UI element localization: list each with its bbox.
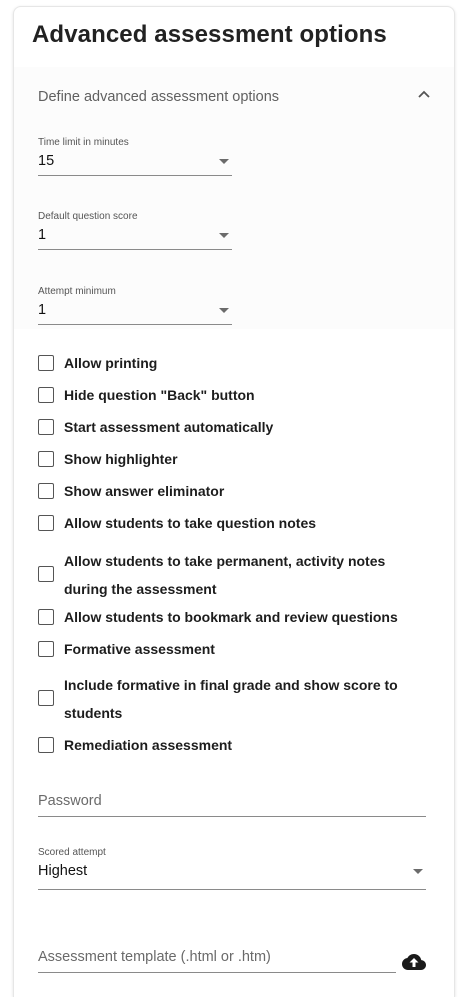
password-placeholder: Password: [38, 793, 102, 809]
card-title: Advanced assessment options: [32, 21, 387, 48]
checkbox-label: Remediation assessment: [64, 737, 233, 753]
field-underline: [38, 972, 396, 973]
checkbox-label: Allow students to take permanent, activi…: [64, 553, 386, 597]
field-underline: [38, 175, 232, 176]
checkbox-label: Hide question "Back" button: [64, 387, 255, 403]
default-score-label: Default question score: [38, 211, 138, 222]
permanent-activity-notes-checkbox[interactable]: Allow students to take permanent, activi…: [38, 547, 418, 603]
start-automatically-checkbox[interactable]: Start assessment automatically: [38, 413, 418, 441]
checkbox-label: Show answer eliminator: [64, 483, 225, 499]
scored-attempt-value: Highest: [38, 863, 88, 879]
section-title: Define advanced assessment options: [38, 89, 280, 105]
time-limit-value: 15: [38, 153, 55, 169]
assessment-template-placeholder: Assessment template (.html or .htm): [38, 949, 271, 965]
checkbox-box[interactable]: [38, 641, 54, 657]
field-underline: [38, 249, 232, 250]
checkbox-box[interactable]: [38, 355, 54, 371]
include-formative-final-grade-checkbox[interactable]: Include formative in final grade and sho…: [38, 671, 418, 727]
checkbox-label: Allow students to bookmark and review qu…: [64, 609, 398, 625]
checkbox-box[interactable]: [38, 737, 54, 753]
question-notes-checkbox[interactable]: Allow students to take question notes: [38, 509, 418, 537]
caret-down-icon: [413, 869, 423, 874]
caret-down-icon: [219, 233, 229, 238]
caret-down-icon: [219, 308, 229, 313]
checkbox-box[interactable]: [38, 566, 54, 582]
checkbox-box[interactable]: [38, 483, 54, 499]
assessment-template-field[interactable]: Assessment template (.html or .htm): [38, 947, 426, 977]
time-limit-label: Time limit in minutes: [38, 137, 129, 148]
default-score-value: 1: [38, 227, 47, 243]
formative-assessment-checkbox[interactable]: Formative assessment: [38, 635, 418, 663]
field-underline: [38, 816, 426, 817]
cloud-upload-icon[interactable]: [402, 953, 426, 971]
caret-down-icon: [219, 159, 229, 164]
show-answer-eliminator-checkbox[interactable]: Show answer eliminator: [38, 477, 418, 505]
section-header[interactable]: Define advanced assessment options: [14, 67, 454, 127]
checkbox-label: Allow students to take question notes: [64, 515, 317, 531]
checkbox-box[interactable]: [38, 387, 54, 403]
password-field[interactable]: Password: [38, 791, 426, 821]
checkbox-box[interactable]: [38, 419, 54, 435]
time-limit-select[interactable]: Time limit in minutes 15: [38, 137, 232, 185]
checkbox-label: Allow printing: [64, 355, 158, 371]
attempt-minimum-label: Attempt minimum: [38, 286, 116, 297]
attempt-minimum-select[interactable]: Attempt minimum 1: [38, 286, 232, 334]
field-underline: [38, 324, 232, 325]
default-question-score-select[interactable]: Default question score 1: [38, 211, 232, 259]
chevron-up-icon[interactable]: [414, 85, 434, 105]
checkbox-label: Formative assessment: [64, 641, 215, 657]
field-underline: [38, 889, 426, 890]
hide-back-button-checkbox[interactable]: Hide question "Back" button: [38, 381, 418, 409]
attempt-minimum-value: 1: [38, 302, 47, 318]
checkbox-label: Include formative in final grade and sho…: [64, 677, 398, 721]
checkbox-box[interactable]: [38, 515, 54, 531]
allow-printing-checkbox[interactable]: Allow printing: [38, 349, 418, 377]
advanced-assessment-options-card: Advanced assessment options Define advan…: [13, 6, 455, 997]
checkbox-box[interactable]: [38, 609, 54, 625]
checkbox-label: Show highlighter: [64, 451, 178, 467]
scored-attempt-select[interactable]: Scored attempt Highest: [38, 847, 426, 895]
show-highlighter-checkbox[interactable]: Show highlighter: [38, 445, 418, 473]
scored-attempt-label: Scored attempt: [38, 847, 106, 858]
checkbox-box[interactable]: [38, 690, 54, 706]
checkbox-box[interactable]: [38, 451, 54, 467]
remediation-assessment-checkbox[interactable]: Remediation assessment: [38, 731, 418, 759]
checkbox-label: Start assessment automatically: [64, 419, 274, 435]
bookmark-review-checkbox[interactable]: Allow students to bookmark and review qu…: [38, 603, 418, 631]
